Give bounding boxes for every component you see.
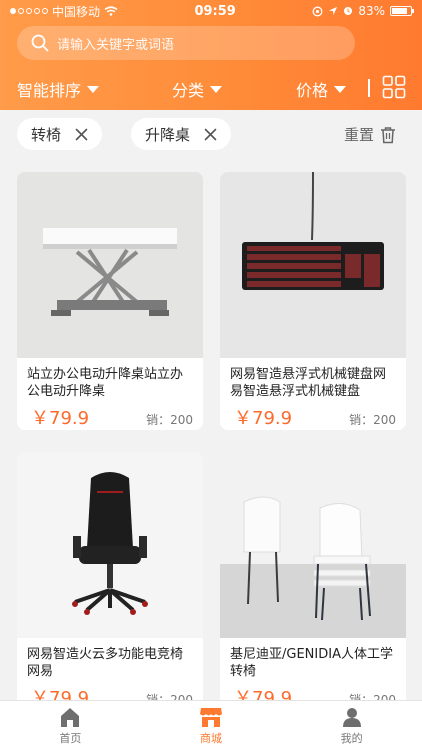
filter-chip[interactable]: 转椅 [17,118,103,150]
category-label: 分类 [172,81,205,100]
divider [368,79,370,97]
filter-chip[interactable]: 升降桌 [131,118,232,150]
product-title: 网易智造悬浮式机械键盘网易智造悬浮式机械键盘 [230,367,387,399]
user-icon [342,707,361,727]
reset-label: 重置 [344,126,375,144]
search-icon [31,34,49,52]
product-image-white-chairs [220,452,406,638]
signal-icon [10,8,48,14]
reset-button[interactable]: 重置 [344,124,396,145]
chip-label: 转椅 [31,125,62,144]
tab-bar: 首页 商城 我的 [0,700,422,750]
price-label: 价格 [296,81,329,100]
product-title: 网易智造火云多功能电竞椅网易 [27,647,184,679]
product-card[interactable]: 基尼迪亚/GENIDIA人体工学转椅 ￥79.9 销：200 [220,452,406,710]
product-sales: 销：200 [349,413,396,427]
filter-bar: 智能排序 分类 价格 [0,70,422,104]
chip-label: 升降桌 [145,125,191,144]
tab-label: 首页 [59,731,82,745]
shop-icon [199,707,222,727]
tab-label: 我的 [340,731,363,745]
battery-percent: 83% [358,4,385,18]
location-icon [329,7,338,15]
tab-label: 商城 [199,731,222,745]
product-title: 基尼迪亚/GENIDIA人体工学转椅 [230,647,393,679]
grid-view-icon[interactable] [382,75,406,99]
alarm-icon [344,7,353,15]
header: 中国移动 09:59 83% 请输入关键字或词语 智能排序 分类 价格 [0,0,422,110]
sort-dropdown[interactable]: 智能排序 [17,77,100,101]
tab-home[interactable]: 首页 [30,706,110,746]
tab-shop[interactable]: 商城 [171,706,251,746]
clock: 09:59 [194,3,236,19]
product-card[interactable]: 网易智造火云多功能电竞椅网易 ￥79.9 销：200 [17,452,203,710]
active-filter-chips: 转椅 升降桌 重置 [0,116,422,154]
price-dropdown[interactable]: 价格 [296,77,347,101]
search-input[interactable]: 请输入关键字或词语 [17,26,355,60]
product-sales: 销：200 [146,413,193,427]
sort-label: 智能排序 [17,81,82,100]
chevron-down-icon [210,85,223,93]
product-image-keyboard [220,172,406,358]
search-placeholder: 请输入关键字或词语 [57,37,175,53]
home-icon [61,707,80,727]
product-title: 站立办公电动升降桌站立办公电动升降桌 [27,367,184,399]
close-icon[interactable] [75,128,88,141]
product-image-standing-desk [17,172,203,358]
product-card[interactable]: 站立办公电动升降桌站立办公电动升降桌 ￥79.9 销：200 [17,172,203,430]
product-image-gaming-chair [17,452,203,638]
product-price: ￥79.9 [31,408,90,429]
chevron-down-icon [87,85,100,93]
rotation-lock-icon [312,6,323,16]
product-card[interactable]: 网易智造悬浮式机械键盘网易智造悬浮式机械键盘 ￥79.9 销：200 [220,172,406,430]
chevron-down-icon [334,85,347,93]
battery-icon [389,6,414,16]
tab-me[interactable]: 我的 [312,706,392,746]
carrier: 中国移动 [52,4,101,19]
wifi-icon [104,6,118,16]
category-dropdown[interactable]: 分类 [172,77,223,101]
status-bar: 中国移动 09:59 83% [0,0,422,22]
product-price: ￥79.9 [234,408,293,429]
trash-icon [381,126,396,143]
close-icon[interactable] [204,128,217,141]
